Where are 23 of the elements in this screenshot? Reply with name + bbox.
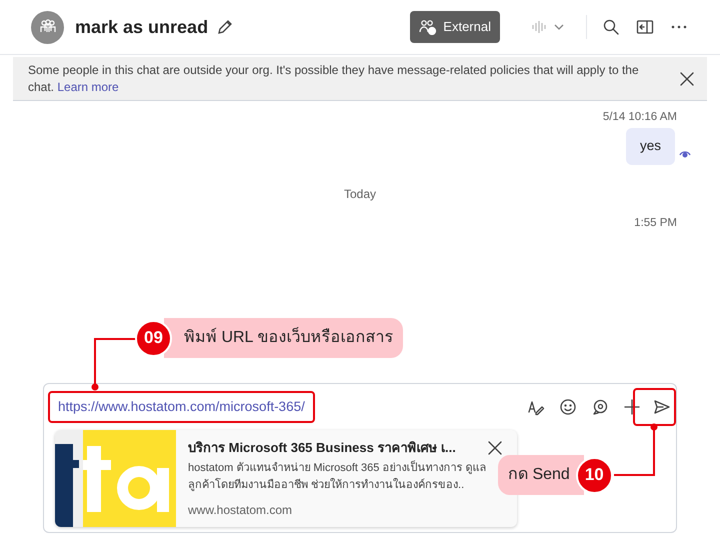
learn-more-link[interactable]: Learn more: [57, 80, 119, 94]
compose-box[interactable]: [43, 383, 677, 533]
message-timestamp: 1:55 PM: [634, 216, 677, 230]
preview-domain: www.hostatom.com: [188, 502, 294, 519]
date-divider: Today: [344, 186, 376, 202]
message-timestamp: 5/14 10:16 AM: [602, 110, 677, 125]
emoji-icon[interactable]: [558, 397, 578, 417]
step-number: 09: [135, 320, 172, 356]
send-highlight: [633, 388, 676, 426]
search-icon[interactable]: [601, 17, 621, 37]
banner-text: Some people in this chat are outside your org. It's possible they have message-related policies that will apply to the chat. Learn more: [28, 62, 640, 96]
message-bubble: yes: [626, 128, 675, 164]
external-button[interactable]: External: [410, 11, 500, 43]
chat-title: mark as unread: [75, 16, 208, 38]
preview-description: hostatom ตัวแทนจำหน่าย Microsoft 365 อย่างเป็นทางการ ดูแลลูกค้าโดยทีมงานมืออาชีพ ช่วยให้การทำงานในองค์กรของ..: [188, 460, 488, 493]
url-text: https://www.hostatom.com/microsoft-365/: [48, 390, 315, 424]
people-icon: [38, 19, 56, 35]
preview-title: บริการ Microsoft 365 Business ราคาพิเศษ เ...: [188, 439, 456, 457]
people-warning-icon: [419, 19, 438, 35]
callout-label: กด Send: [498, 455, 584, 495]
callout-label: พิมพ์ URL ของเว็บหรือเอกสาร: [164, 318, 404, 358]
pencil-icon[interactable]: [216, 18, 234, 36]
plus-icon[interactable]: [622, 397, 642, 417]
